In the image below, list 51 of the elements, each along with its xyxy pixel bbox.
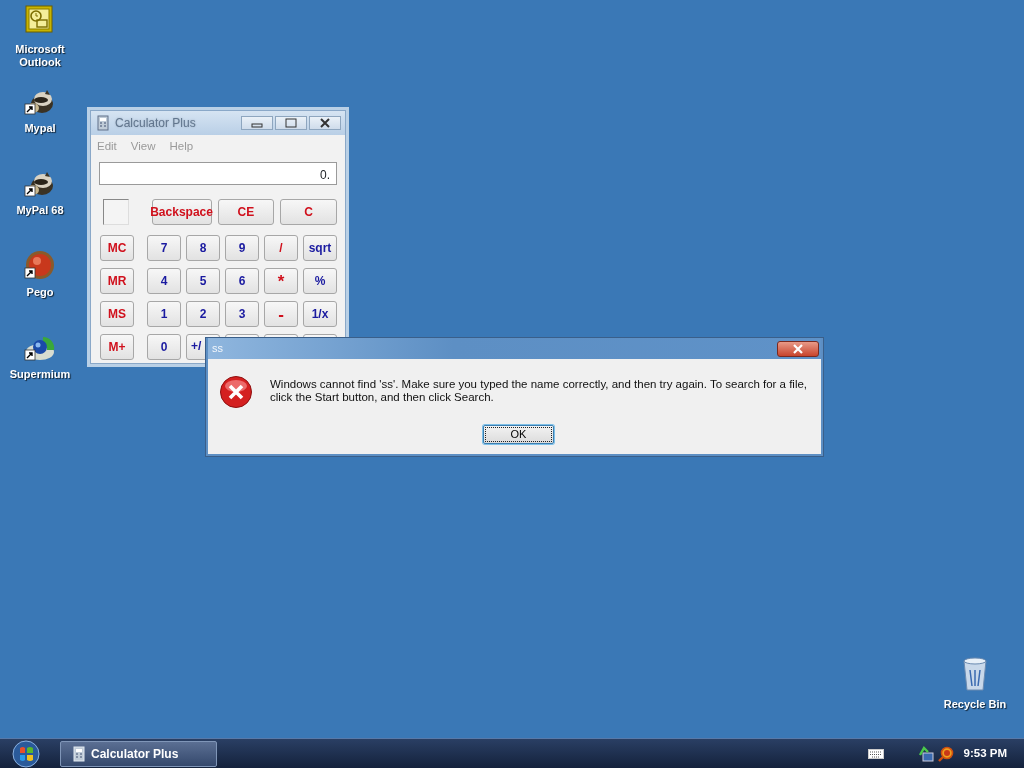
calculator-key[interactable]: *	[264, 268, 298, 295]
calculator-key[interactable]: 2	[186, 301, 220, 328]
calculator-key[interactable]: /	[264, 235, 298, 262]
icon-label: Microsoft Outlook	[14, 43, 66, 69]
error-message: Windows cannot find 'ss'. Make sure you typed the name correctly, and then try again. To search for a file, click the Start button, and then click Search.	[270, 378, 809, 404]
close-icon	[317, 118, 333, 128]
calculator-key[interactable]: 9	[225, 235, 259, 262]
calculator-key[interactable]: MC	[100, 235, 134, 262]
taskbar-button[interactable]: Calculator Plus	[60, 740, 217, 767]
calculator-key[interactable]: 6	[225, 268, 259, 295]
keyboard-icon[interactable]	[867, 748, 884, 759]
window-title: ss	[212, 341, 223, 357]
minimize-button[interactable]	[241, 116, 273, 130]
close-button[interactable]	[309, 116, 341, 130]
calculator-key[interactable]: C	[280, 199, 337, 226]
icon-label: Recycle Bin	[943, 698, 1007, 711]
icon-label: MyPal 68	[16, 204, 64, 217]
calculator-key[interactable]: 1	[147, 301, 181, 328]
window-title: Calculator Plus	[115, 115, 196, 132]
windows-logo-icon	[12, 739, 40, 768]
calculator-key[interactable]: 4	[147, 268, 181, 295]
magnifier-icon[interactable]	[937, 745, 954, 762]
calculator-key[interactable]: 0	[147, 334, 181, 361]
calculator-key[interactable]: -	[264, 301, 298, 328]
calculator-key[interactable]: CE	[217, 199, 275, 226]
icon-label: Pego	[26, 286, 54, 299]
close-button[interactable]	[777, 340, 819, 357]
arrow-icon[interactable]	[917, 745, 934, 762]
error-icon	[219, 375, 253, 409]
calculator-key[interactable]: MR	[100, 268, 134, 295]
calculator-key[interactable]: 7	[147, 235, 181, 262]
calculator-icon	[73, 745, 85, 762]
calculator-key[interactable]: 5	[186, 268, 220, 295]
maximize-icon	[283, 118, 299, 128]
recycle-bin-icon	[960, 656, 990, 692]
calculator-key[interactable]: %	[303, 268, 337, 295]
calculator-key[interactable]: 3	[225, 301, 259, 328]
display-field: 0.	[99, 162, 337, 186]
calculator-key[interactable]: Backspace	[151, 199, 212, 226]
icon-label: Mypal	[24, 122, 56, 135]
clock: 9:53 PM	[963, 745, 1007, 761]
calculator-icon	[97, 115, 109, 131]
calculator-key[interactable]: sqrt	[303, 235, 337, 262]
memory-indicator	[103, 199, 129, 226]
close-icon	[792, 343, 804, 354]
ok-button[interactable]: OK	[483, 425, 554, 444]
icon-label: Supermium	[9, 368, 71, 381]
calculator-key[interactable]: 1/x	[303, 301, 337, 328]
calculator-key[interactable]: 8	[186, 235, 220, 262]
calculator-key[interactable]: M+	[100, 334, 134, 361]
calculator-key[interactable]: MS	[100, 301, 134, 328]
